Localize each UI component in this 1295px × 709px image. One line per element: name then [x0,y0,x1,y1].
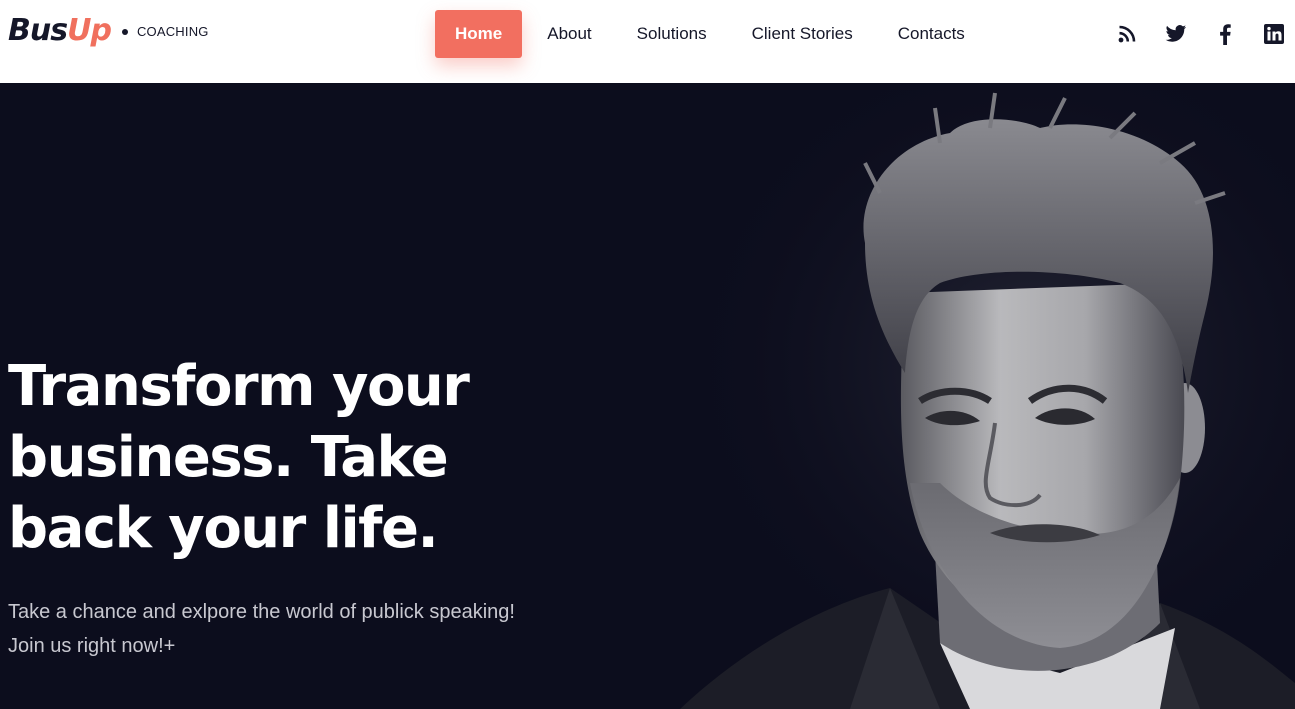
rss-icon[interactable] [1115,22,1139,46]
hero-subtitle: Take a chance and exlpore the world of p… [8,595,608,663]
hero-portrait-image [640,83,1295,709]
nav-item-contacts[interactable]: Contacts [898,10,965,58]
hero-subtitle-line-1: Take a chance and exlpore the world of p… [8,601,515,623]
hero-subtitle-line-2: Join us right now!+ [8,635,176,657]
site-header: Bus Up COACHING Home About Solutions Cli… [0,0,1295,83]
nav-item-about[interactable]: About [547,10,591,58]
logo-text-up: Up [67,13,112,48]
twitter-icon[interactable] [1164,22,1188,46]
main-navigation: Home About Solutions Client Stories Cont… [435,10,1010,58]
hero-section: Transform your business. Take back your … [0,83,1295,709]
hero-title-line-1: Transform your [8,354,470,419]
facebook-icon[interactable] [1213,22,1237,46]
linkedin-icon[interactable] [1262,22,1286,46]
brand-logo[interactable]: Bus Up COACHING [8,12,209,56]
nav-item-client-stories[interactable]: Client Stories [752,10,853,58]
hero-title-line-3: back your life. [8,496,439,561]
logo-tagline: COACHING [136,24,209,39]
logo-separator-dot [121,29,128,35]
logo-text-bus: Bus [8,13,68,48]
nav-item-solutions[interactable]: Solutions [637,10,707,58]
hero-title: Transform your business. Take back your … [8,351,528,564]
nav-item-home[interactable]: Home [435,10,523,58]
hero-title-line-2: business. Take [8,425,449,490]
